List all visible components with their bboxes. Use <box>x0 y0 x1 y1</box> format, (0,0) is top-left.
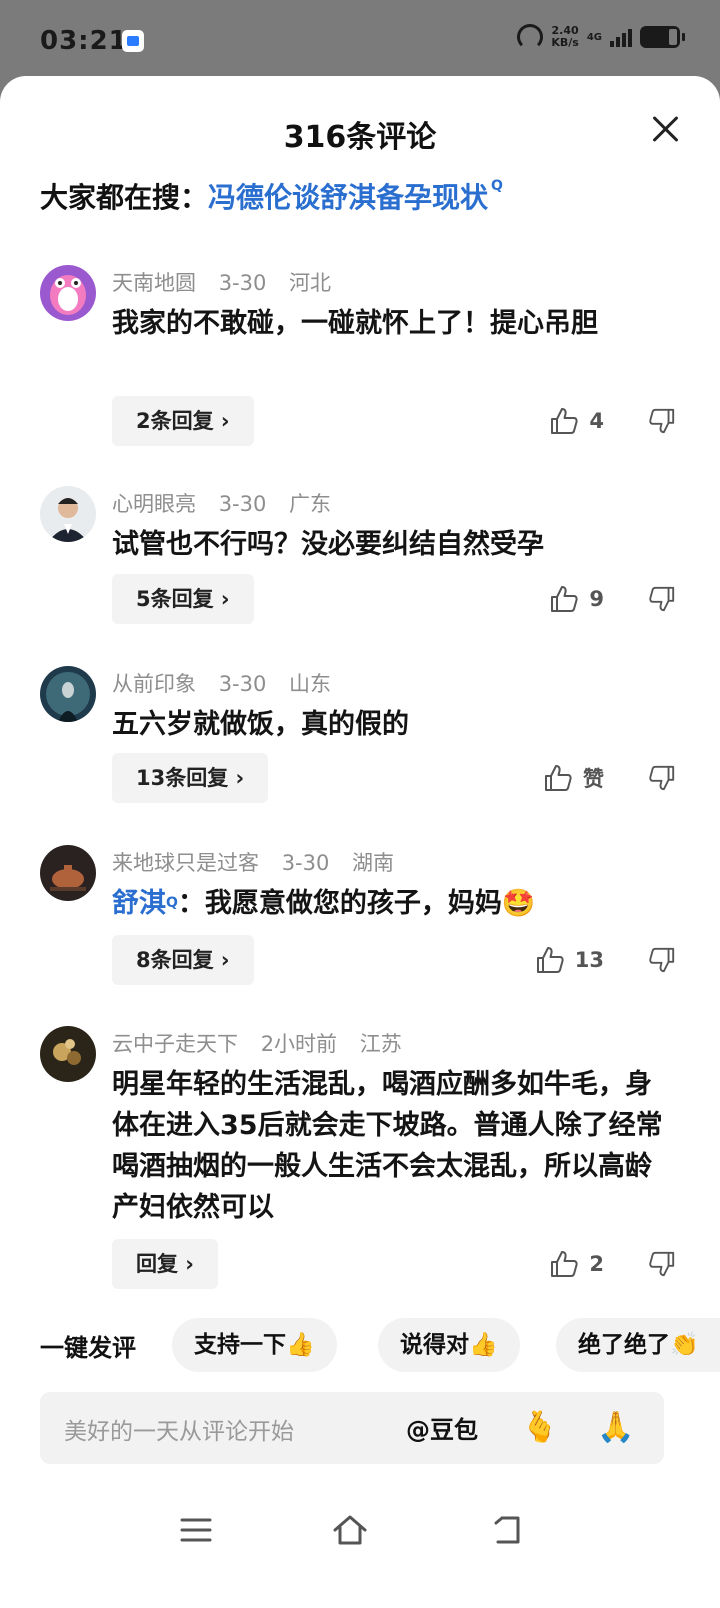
star-eyes-emoji: 🤩 <box>501 888 536 919</box>
comment-sheet: 316条评论 大家都在搜： 冯德伦谈舒淇备孕现状 Q 天南地圆 3-30 河北 … <box>0 76 720 1608</box>
status-indicators: 2.40 KB/s 4G <box>517 24 685 50</box>
avatar[interactable] <box>40 666 96 722</box>
like-count: 赞 <box>583 767 604 791</box>
system-nav-bar <box>0 1494 720 1574</box>
comment-text: 试管也不行吗？没必要纠结自然受孕 <box>112 529 544 560</box>
comment-meta: 从前印象 3-30 山东 <box>112 668 347 698</box>
search-icon: Q <box>491 178 503 194</box>
thumbs-down-icon[interactable] <box>648 946 676 974</box>
network-type: 4G <box>586 31 602 43</box>
comment-meta: 云中子走天下 2小时前 江苏 <box>112 1028 418 1058</box>
replies-label: 5条回复 <box>136 587 214 611</box>
comment-text: 舒淇Q：我愿意做您的孩子，妈妈🤩 <box>112 883 672 924</box>
comment-region: 广东 <box>289 492 332 516</box>
replies-button[interactable]: 回复 › <box>112 1239 218 1289</box>
avatar[interactable] <box>40 265 96 321</box>
comment-date: 3-30 <box>218 271 267 295</box>
quick-reply-chip-agree[interactable]: 说得对👍 <box>378 1318 520 1372</box>
replies-label: 2条回复 <box>136 409 214 433</box>
replies-button[interactable]: 5条回复 › <box>112 574 254 624</box>
like-count: 13 <box>574 948 604 972</box>
comment-date: 3-30 <box>218 492 267 516</box>
comment-region: 湖南 <box>352 851 395 875</box>
like-button[interactable]: 9 <box>549 574 604 624</box>
comment-region: 河北 <box>289 271 332 295</box>
thumbs-up-icon <box>551 1251 578 1277</box>
comment-date: 3-30 <box>218 672 267 696</box>
mention-link[interactable]: 舒淇 <box>112 888 166 919</box>
like-button[interactable]: 13 <box>535 935 604 985</box>
thumbs-up-icon <box>551 408 578 434</box>
network-speed: 2.40 KB/s <box>551 25 578 49</box>
comment-user[interactable]: 来地球只是过客 <box>112 851 259 875</box>
comment-date: 3-30 <box>281 851 330 875</box>
comment-date: 2小时前 <box>260 1032 338 1056</box>
comment-body: ：我愿意做您的孩子，妈妈 <box>177 888 502 919</box>
like-count: 4 <box>589 409 604 433</box>
status-bar: 03:21 2.40 KB/s 4G <box>0 0 720 76</box>
comment-region: 山东 <box>289 672 332 696</box>
quick-reply-chip-support[interactable]: 支持一下👍 <box>172 1318 337 1372</box>
thumbs-up-icon <box>536 947 564 973</box>
comment-input-placeholder: 美好的一天从评论开始 <box>64 1419 294 1445</box>
like-count: 9 <box>589 587 604 611</box>
thumbs-down-icon[interactable] <box>648 585 676 613</box>
like-button[interactable]: 2 <box>549 1239 604 1289</box>
app-notification-icon <box>122 30 144 52</box>
replies-button[interactable]: 13条回复 › <box>112 753 269 803</box>
comment-user[interactable]: 天南地圆 <box>112 271 196 295</box>
thumbs-up-icon <box>551 586 578 612</box>
back-icon[interactable] <box>488 1510 528 1550</box>
menu-icon[interactable] <box>176 1510 216 1550</box>
replies-button[interactable]: 8条回复 › <box>112 935 254 985</box>
replies-label: 8条回复 <box>136 948 214 972</box>
status-time: 03:21 <box>40 26 128 56</box>
quick-reply-bar: 一键发评 支持一下👍 说得对👍 绝了绝了👏 <box>0 1318 720 1372</box>
speedometer-icon <box>517 24 544 50</box>
thumbs-down-icon[interactable] <box>648 764 676 792</box>
avatar[interactable] <box>40 1026 96 1082</box>
comment-input[interactable]: 美好的一天从评论开始 @豆包 🫰 🙏 <box>40 1392 664 1464</box>
sheet-title: 316条评论 <box>283 120 437 155</box>
home-icon[interactable] <box>330 1510 370 1550</box>
heart-hands-emoji-button[interactable]: 🫰 <box>520 1408 560 1448</box>
search-icon: Q <box>166 895 178 911</box>
speed-unit: KB/s <box>551 36 579 49</box>
like-button[interactable]: 4 <box>549 396 604 446</box>
replies-label: 13条回复 <box>136 766 229 790</box>
quick-reply-label: 一键发评 <box>40 1334 136 1362</box>
thumbs-up-icon <box>545 765 572 791</box>
comment-meta: 天南地圆 3-30 河北 <box>112 267 347 297</box>
search-suggestion: 大家都在搜： 冯德伦谈舒淇备孕现状 Q <box>40 176 503 216</box>
avatar[interactable] <box>40 845 96 901</box>
replies-button[interactable]: 2条回复 › <box>112 396 254 446</box>
like-button[interactable]: 赞 <box>543 753 604 803</box>
quick-reply-chip-amazing[interactable]: 绝了绝了👏 <box>556 1318 720 1372</box>
comment-user[interactable]: 心明眼亮 <box>112 492 196 516</box>
thumbs-down-icon[interactable] <box>648 407 676 435</box>
mention-doubao-button[interactable]: @豆包 <box>406 1410 478 1445</box>
like-count: 2 <box>589 1252 604 1276</box>
replies-label: 回复 <box>136 1252 178 1276</box>
comment-text: 五六岁就做饭，真的假的 <box>112 709 409 740</box>
comment-user[interactable]: 云中子走天下 <box>112 1032 238 1056</box>
comment-region: 江苏 <box>359 1032 402 1056</box>
avatar[interactable] <box>40 486 96 542</box>
search-hint-link[interactable]: 冯德伦谈舒淇备孕现状 <box>208 176 488 216</box>
comment-user[interactable]: 从前印象 <box>112 672 196 696</box>
comment-text: 明星年轻的生活混乱，喝酒应酬多如牛毛，身体在进入35后就会走下坡路。普通人除了经… <box>112 1069 663 1223</box>
comment-meta: 心明眼亮 3-30 广东 <box>112 488 347 518</box>
search-hint-prefix: 大家都在搜： <box>40 181 209 214</box>
close-button[interactable] <box>650 114 680 144</box>
comment-meta: 来地球只是过客 3-30 湖南 <box>112 847 410 877</box>
battery-icon <box>640 26 685 48</box>
pray-emoji-button[interactable]: 🙏 <box>596 1408 636 1448</box>
thumbs-down-icon[interactable] <box>648 1250 676 1278</box>
comment-text: 我家的不敢碰，一碰就怀上了！提心吊胆 <box>112 308 598 339</box>
signal-icon <box>610 27 632 47</box>
